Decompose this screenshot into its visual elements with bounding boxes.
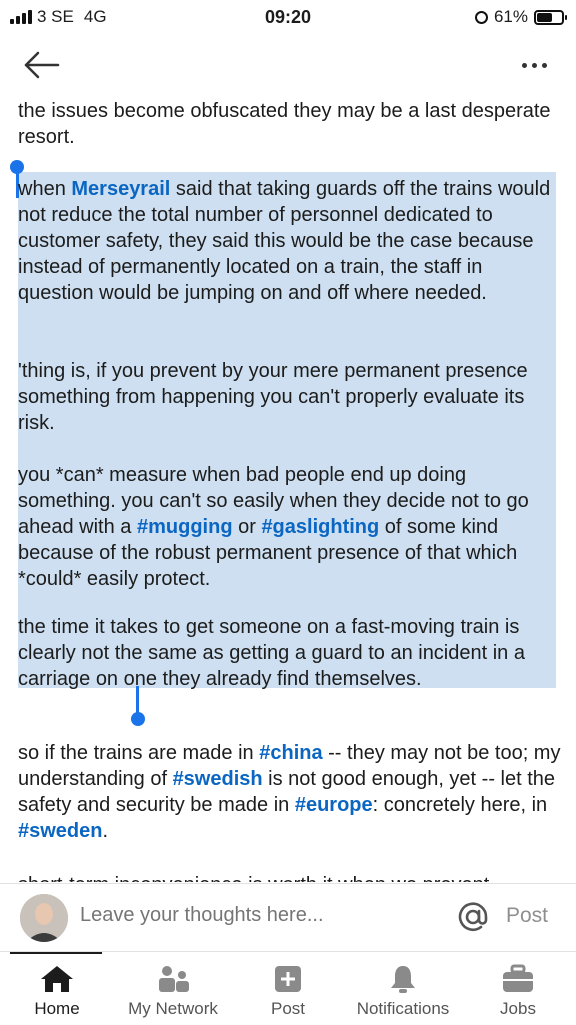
post-plus-icon: [275, 966, 301, 992]
comment-input[interactable]: [80, 904, 440, 927]
paragraph-1: when Merseyrail said that taking guards …: [18, 178, 551, 304]
status-bar: 3 SE 4G 09:20 61%: [0, 0, 576, 34]
status-right: 61%: [474, 7, 567, 27]
top-nav: [0, 34, 576, 96]
paragraph-2: 'thing is, if you prevent by your mere p…: [18, 360, 528, 434]
avatar-image: [20, 894, 68, 942]
hashtag-sweden[interactable]: #sweden: [18, 820, 102, 842]
mention-button[interactable]: [456, 900, 490, 934]
paragraph-6-partial: short-term inconvenience is worth it whe…: [18, 872, 558, 882]
nav-post[interactable]: Post: [248, 952, 328, 1025]
home-icon: [41, 966, 73, 992]
nav-jobs[interactable]: Jobs: [480, 952, 556, 1025]
nav-jobs-label: Jobs: [500, 999, 536, 1018]
briefcase-icon: [503, 964, 533, 992]
post-comment-button[interactable]: Post: [506, 904, 548, 928]
network-icon: [159, 966, 189, 992]
hashtag-europe[interactable]: #europe: [295, 794, 373, 816]
bell-icon: [391, 966, 415, 993]
mention-merseyrail[interactable]: Merseyrail: [71, 178, 170, 200]
back-button[interactable]: [22, 48, 62, 82]
paragraph-3: you *can* measure when bad people end up…: [18, 464, 529, 590]
nav-home-label: Home: [34, 999, 80, 1018]
paragraph-0: the issues become obfuscated they may be…: [18, 100, 551, 148]
paragraph-5: so if the trains are made in #china -- t…: [18, 742, 561, 842]
hashtag-swedish[interactable]: #swedish: [173, 768, 263, 790]
at-sign-icon: [458, 902, 488, 932]
selection-end-handle[interactable]: [131, 712, 145, 726]
hashtag-mugging[interactable]: #mugging: [137, 516, 233, 538]
more-horizontal-icon: [521, 62, 527, 68]
avatar[interactable]: [20, 894, 68, 942]
hashtag-china[interactable]: #china: [259, 742, 322, 764]
battery-icon: [534, 9, 567, 25]
bottom-nav: Home My Network Post Notifications Jobs: [0, 951, 576, 1025]
paragraph-6-partial-wrapper: short-term inconvenience is worth it whe…: [18, 872, 558, 882]
nav-post-label: Post: [270, 999, 306, 1018]
nav-notifications[interactable]: Notifications: [342, 952, 464, 1025]
alarm-icon: [474, 10, 488, 24]
selection-start-handle[interactable]: [10, 160, 24, 174]
nav-my-network-label: My Network: [128, 999, 218, 1018]
arrow-left-icon: [24, 51, 60, 79]
hashtag-gaslighting[interactable]: #gaslighting: [261, 516, 379, 538]
comment-bar: Post: [0, 883, 576, 952]
battery-percent: 61%: [493, 7, 528, 26]
more-options-button[interactable]: [514, 54, 554, 76]
paragraph-4: the time it takes to get someone on a fa…: [18, 616, 525, 690]
nav-notifications-label: Notifications: [356, 999, 450, 1018]
post-body: the issues become obfuscated they may be…: [0, 98, 576, 883]
nav-home[interactable]: Home: [14, 952, 100, 1025]
nav-my-network[interactable]: My Network: [112, 952, 234, 1025]
